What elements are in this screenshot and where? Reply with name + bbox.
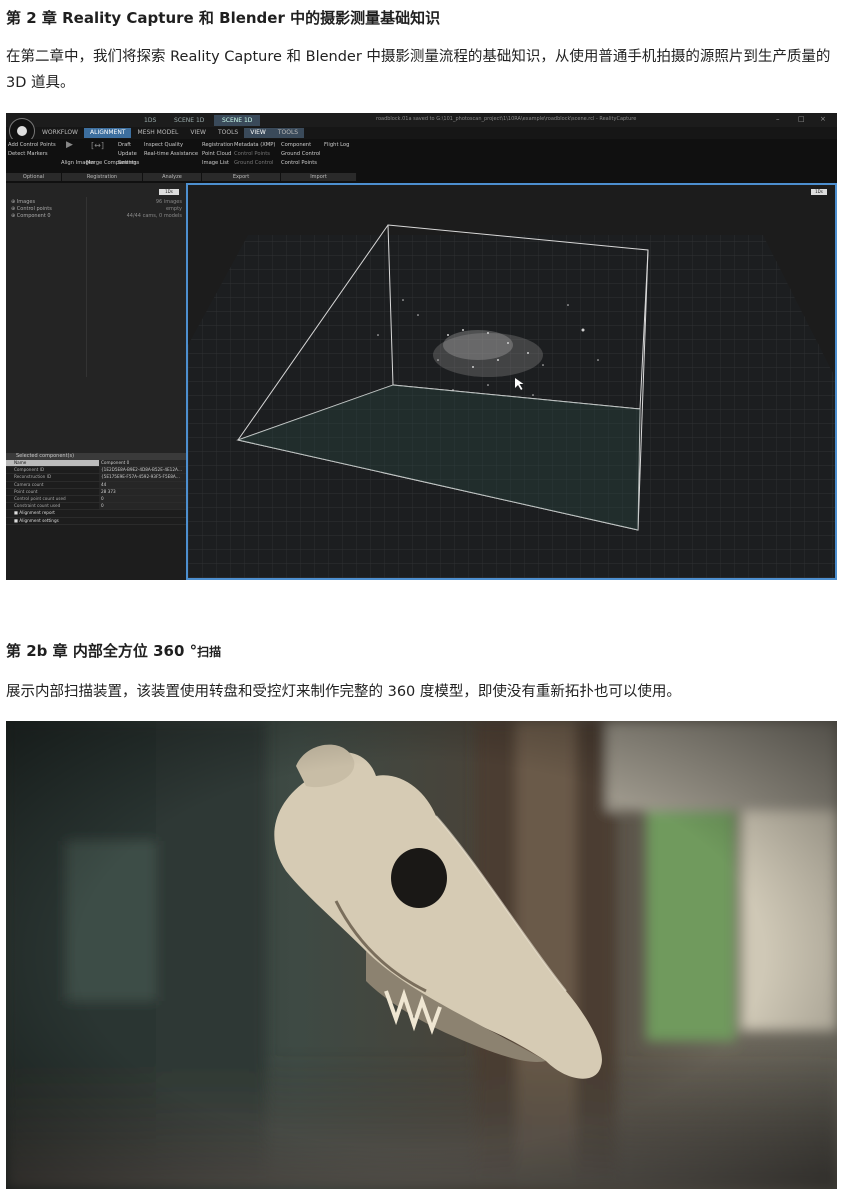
prop-key: Reconstruction ID: [14, 474, 52, 480]
ribbon-groups: Optional Registration Analyze Export Imp…: [6, 173, 357, 181]
prop-key: Component ID: [14, 467, 45, 473]
prop-section-label: ■ Alignment settings: [14, 517, 59, 523]
ribbon-realtime-assistance[interactable]: Real-time Assistance: [144, 150, 198, 160]
align-images-icon[interactable]: ▶: [66, 140, 73, 151]
heading-main: 第 2b 章 内部全方位 360 °: [6, 642, 198, 660]
menu-workflow[interactable]: WORKFLOW: [36, 128, 84, 138]
prop-key: Control point count used: [14, 495, 66, 501]
menu-view-2[interactable]: VIEW: [244, 128, 272, 138]
properties-header[interactable]: Selected component(s): [6, 453, 186, 460]
prop-key: Constraint count used: [14, 503, 61, 509]
prop-row[interactable]: Name Component 0: [6, 460, 186, 468]
prop-section-label: Alignment report: [19, 510, 55, 516]
heading-tail: 扫描: [197, 645, 222, 659]
prop-section-label: Alignment settings: [19, 517, 59, 523]
tree-value: 96 images: [155, 199, 182, 205]
ribbon-flight-log[interactable]: Flight Log: [324, 141, 349, 151]
prop-row[interactable]: Component ID {1E2D5E8A-B9E2-4D8A-B52E-4E1…: [6, 467, 186, 475]
section-paragraph-ch2: 在第二章中，我们将探索 Reality Capture 和 Blender 中摄…: [6, 49, 831, 91]
prop-value: 28 373: [99, 488, 186, 495]
prop-value: 0: [99, 495, 186, 503]
3d-viewport[interactable]: 1Ds: [186, 183, 837, 580]
prop-section[interactable]: ■ Alignment settings: [6, 518, 186, 525]
prop-value: Component 0: [99, 460, 186, 467]
group-analyze: Analyze: [143, 173, 202, 181]
app-menu: WORKFLOW ALIGNMENT MESH MODEL VIEW TOOLS…: [36, 128, 305, 138]
viewport-button[interactable]: 1Ds: [811, 189, 827, 195]
group-optional: Optional: [6, 173, 62, 181]
tree-label: Control points: [16, 206, 52, 212]
skull-scan-photo: [6, 721, 837, 1189]
properties-panel: Selected component(s) Name Component 0 Co…: [6, 453, 186, 580]
group-import: Import: [281, 173, 357, 181]
prop-key: Camera count: [14, 481, 44, 487]
minimize-icon[interactable]: –: [776, 115, 780, 123]
article-page: 第 2 章 Reality Capture 和 Blender 中的摄影测量基础…: [0, 0, 843, 1197]
menu-mesh-model[interactable]: MESH MODEL: [131, 128, 184, 138]
ribbon-detect-markers[interactable]: Detect Markers: [8, 150, 48, 160]
prop-row[interactable]: Point count 28 373: [6, 488, 186, 496]
prop-key: Point count: [14, 488, 38, 494]
maximize-icon[interactable]: □: [798, 115, 805, 123]
viewport-scene: [188, 185, 835, 578]
tree-value: 44/44 cams, 0 models: [126, 213, 182, 219]
prop-key: Name: [6, 460, 99, 467]
prop-row[interactable]: Constraint count used 0: [6, 503, 186, 511]
group-export: Export: [202, 173, 281, 181]
prop-section-label: ■ Alignment report: [14, 510, 55, 516]
menu-view[interactable]: VIEW: [184, 128, 212, 138]
group-registration: Registration: [62, 173, 143, 181]
panel-divider: [86, 197, 87, 377]
prop-value: {5E175E9E-F57A-4592-93F5-F5E8A…: [99, 474, 186, 481]
prop-row[interactable]: Camera count 44: [6, 481, 186, 489]
title-tab[interactable]: 1DS: [136, 115, 164, 126]
close-icon[interactable]: ×: [820, 115, 826, 123]
menu-alignment[interactable]: ALIGNMENT: [84, 128, 132, 138]
ribbon-settings[interactable]: Settings: [118, 159, 139, 169]
section-paragraph-ch2b: 展示内部扫描装置，该装置使用转盘和受控灯来制作完整的 360 度模型，即使没有重…: [6, 684, 681, 700]
section-heading-ch2: 第 2 章 Reality Capture 和 Blender 中的摄影测量基础…: [6, 9, 441, 27]
prop-value: 44: [99, 481, 186, 488]
tree-item-control-points[interactable]: ⊕ Control points: [11, 206, 52, 213]
left-panel: 1Ds ⊕ Images 96 images ⊕ Control points …: [6, 183, 187, 580]
realitycapture-screenshot: 1DS SCENE 1D SCENE 1D roadblock.01a save…: [6, 113, 837, 580]
menu-tools[interactable]: TOOLS: [212, 128, 244, 138]
ribbon-control-points-import[interactable]: Control Points: [281, 159, 317, 169]
title-tab[interactable]: SCENE 1D: [166, 115, 212, 126]
prop-value: {1E2D5E8A-B9E2-4D8A-B52E-4E12A…: [99, 467, 186, 474]
tree-item-component[interactable]: ⊕ Component 0: [11, 213, 51, 220]
title-path: roadblock.01a saved to G:\101_photoscan_…: [376, 116, 637, 122]
title-tab-active[interactable]: SCENE 1D: [214, 115, 261, 126]
merge-components-icon[interactable]: [↔]: [91, 141, 104, 151]
prop-row[interactable]: Control point count used 0: [6, 495, 186, 504]
tree-item-images[interactable]: ⊕ Images: [11, 199, 35, 206]
section-heading-ch2b: 第 2b 章 内部全方位 360 °扫描: [6, 640, 221, 663]
prop-row[interactable]: Reconstruction ID {5E175E9E-F57A-4592-93F…: [6, 474, 186, 482]
tree-label: Images: [16, 199, 36, 205]
tree-value: empty: [165, 206, 182, 212]
prop-value: 0: [99, 503, 186, 510]
menu-tools-2[interactable]: TOOLS: [271, 128, 305, 138]
left-panel-button[interactable]: 1Ds: [159, 189, 179, 195]
ribbon-ground-control[interactable]: Ground Control: [234, 159, 273, 169]
tree-label: Component 0: [16, 213, 51, 219]
skull-photo-image: [6, 721, 837, 1189]
prop-section[interactable]: ■ Alignment report: [6, 510, 186, 518]
ribbon-image-list[interactable]: Image List: [202, 159, 229, 169]
app-title-bar: 1DS SCENE 1D SCENE 1D roadblock.01a save…: [6, 113, 837, 127]
